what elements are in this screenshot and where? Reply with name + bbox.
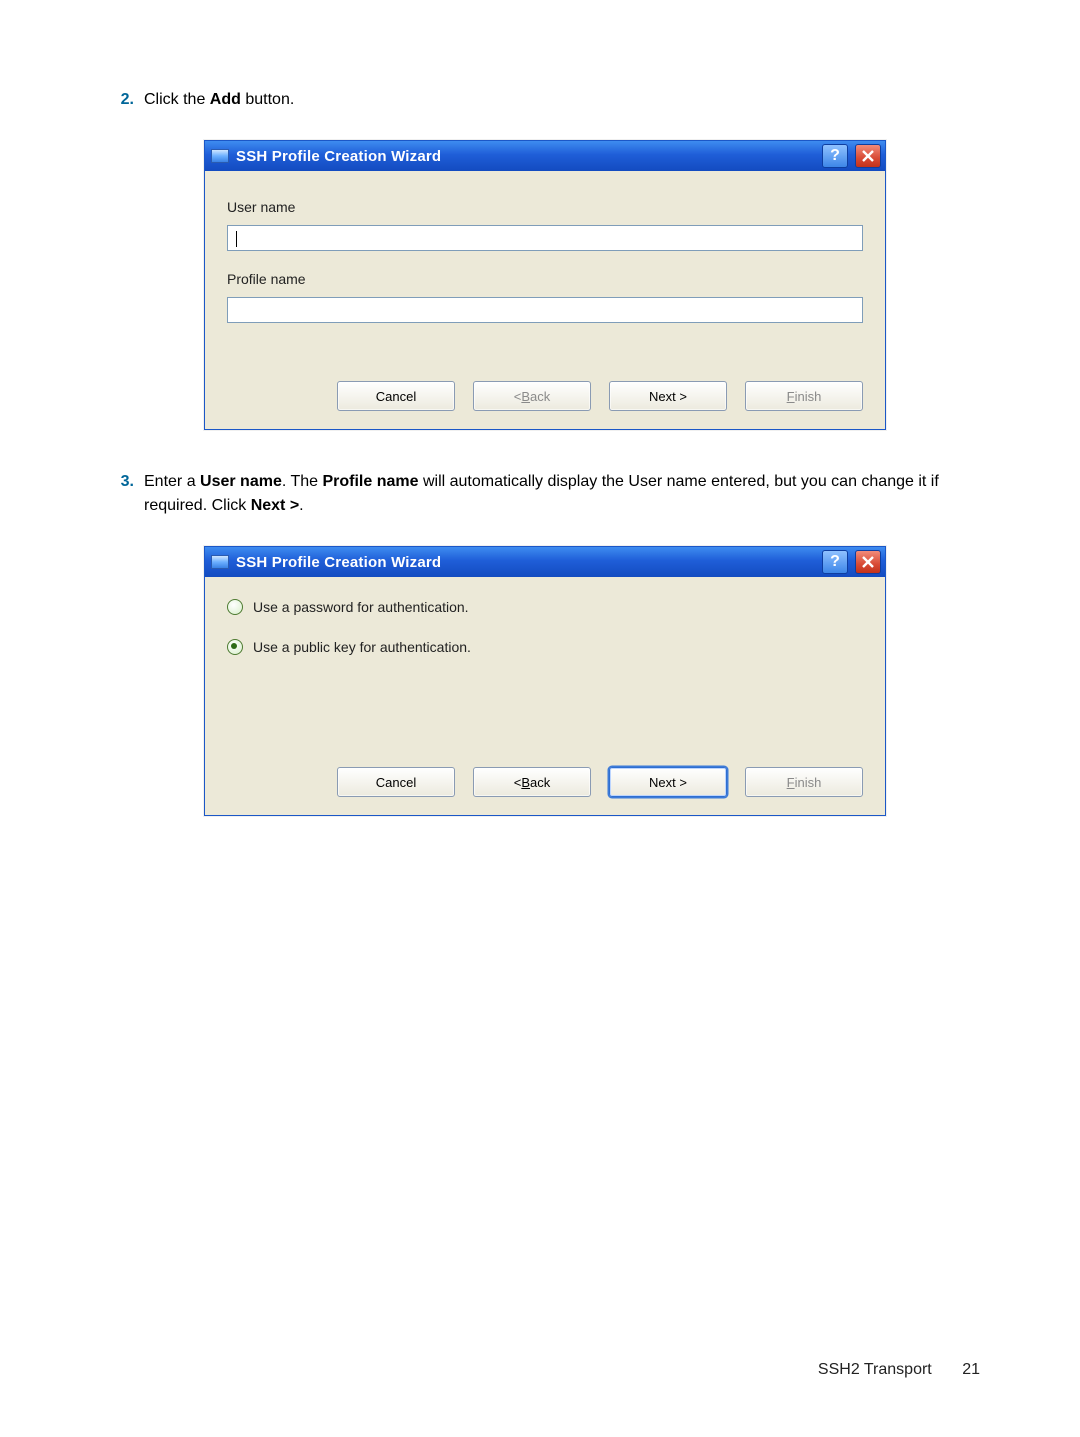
text-fragment: Click the: [144, 91, 210, 108]
close-button[interactable]: [855, 144, 881, 168]
help-button[interactable]: ?: [822, 550, 848, 574]
cancel-button[interactable]: Cancel: [337, 381, 455, 411]
radio-label: Use a public key for authentication.: [253, 639, 471, 655]
dialog-body: Use a password for authentication. Use a…: [205, 577, 885, 767]
back-button[interactable]: < Back: [473, 767, 591, 797]
next-button[interactable]: Next >: [609, 381, 727, 411]
cancel-button[interactable]: Cancel: [337, 767, 455, 797]
next-button[interactable]: Next >: [609, 767, 727, 797]
window-icon: [211, 149, 229, 163]
text-fragment: inish: [795, 775, 822, 790]
mnemonic: B: [521, 775, 530, 790]
close-button[interactable]: [855, 550, 881, 574]
text-fragment: .: [299, 497, 303, 514]
help-icon: ?: [830, 553, 840, 571]
text-bold: Profile name: [322, 473, 418, 490]
text-bold: Next >: [251, 497, 299, 514]
step-number: 2.: [100, 88, 144, 112]
text-fragment: ack: [530, 775, 550, 790]
close-icon: [862, 556, 874, 568]
text-fragment: Enter a: [144, 473, 200, 490]
help-icon: ?: [830, 147, 840, 165]
radio-icon: [227, 639, 243, 655]
username-label: User name: [227, 199, 863, 215]
text-fragment: <: [514, 775, 522, 790]
mnemonic: F: [787, 775, 795, 790]
window-icon: [211, 555, 229, 569]
text-fragment: inish: [795, 389, 822, 404]
close-icon: [862, 150, 874, 162]
dialog-buttons: Cancel < Back Next > Finish: [205, 381, 885, 429]
dialog-title: SSH Profile Creation Wizard: [236, 554, 815, 571]
titlebar[interactable]: SSH Profile Creation Wizard ?: [205, 141, 885, 171]
dialog-body: User name Profile name: [205, 171, 885, 381]
step-number: 3.: [100, 470, 144, 494]
back-button[interactable]: < Back: [473, 381, 591, 411]
text-bold: Add: [210, 91, 241, 108]
radio-password-auth[interactable]: Use a password for authentication.: [227, 599, 863, 615]
radio-icon: [227, 599, 243, 615]
step-text: Click the Add button.: [144, 88, 980, 112]
profilename-label: Profile name: [227, 271, 863, 287]
finish-button[interactable]: Finish: [745, 767, 863, 797]
wizard-dialog-2: SSH Profile Creation Wizard ? Use a pass…: [204, 546, 886, 816]
finish-button[interactable]: Finish: [745, 381, 863, 411]
section-label: SSH2 Transport: [818, 1361, 932, 1378]
username-input[interactable]: [227, 225, 863, 251]
text-bold: User name: [200, 473, 282, 490]
step-2: 2. Click the Add button.: [100, 88, 980, 112]
step-text: Enter a User name. The Profile name will…: [144, 470, 980, 518]
text-fragment: button.: [241, 91, 294, 108]
text-fragment: ack: [530, 389, 550, 404]
dialog-title: SSH Profile Creation Wizard: [236, 148, 815, 165]
radio-publickey-auth[interactable]: Use a public key for authentication.: [227, 639, 863, 655]
mnemonic: F: [787, 389, 795, 404]
text-fragment: . The: [282, 473, 323, 490]
titlebar[interactable]: SSH Profile Creation Wizard ?: [205, 547, 885, 577]
step-3: 3. Enter a User name. The Profile name w…: [100, 470, 980, 518]
wizard-dialog-1: SSH Profile Creation Wizard ? User name …: [204, 140, 886, 430]
help-button[interactable]: ?: [822, 144, 848, 168]
profilename-input[interactable]: [227, 297, 863, 323]
page-number: 21: [962, 1361, 980, 1379]
manual-page: 2. Click the Add button. SSH Profile Cre…: [0, 0, 1080, 1437]
dialog-buttons: Cancel < Back Next > Finish: [205, 767, 885, 815]
page-footer: SSH2 Transport 21: [818, 1361, 980, 1379]
mnemonic: B: [521, 389, 530, 404]
text-fragment: <: [514, 389, 522, 404]
radio-label: Use a password for authentication.: [253, 599, 469, 615]
